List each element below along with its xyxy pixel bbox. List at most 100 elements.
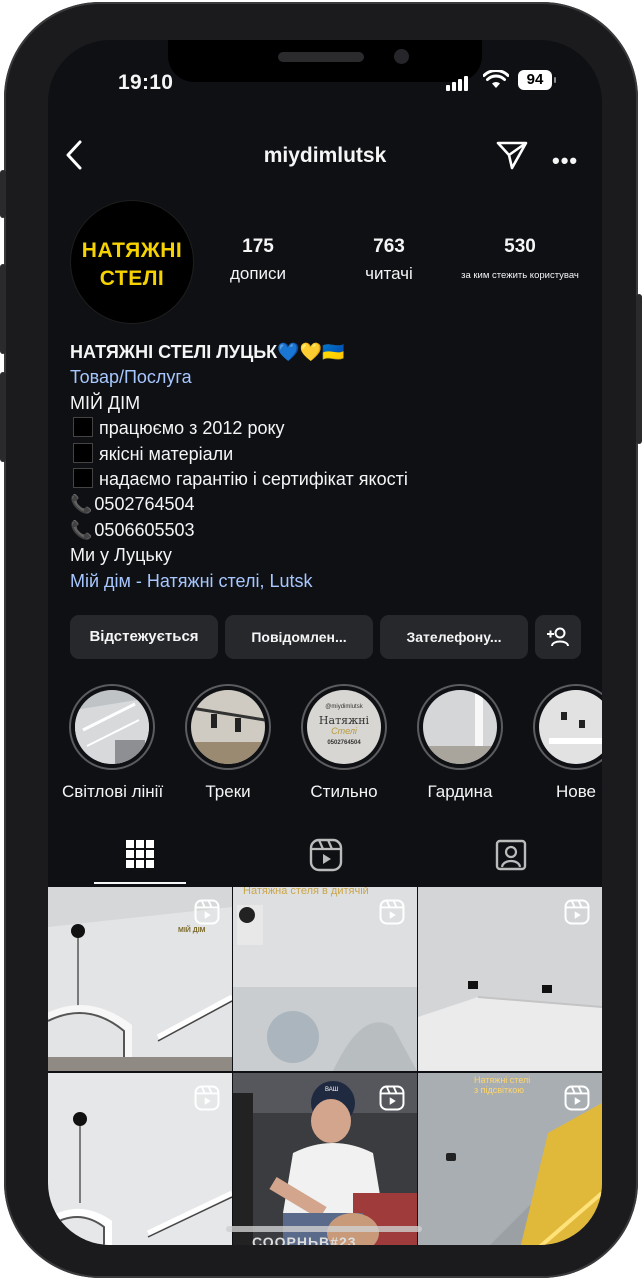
grid-post[interactable]: Натяжна стеля в дитячій: [233, 887, 417, 1071]
more-options-button[interactable]: •••: [552, 148, 578, 174]
camera: [394, 49, 409, 64]
grid-post[interactable]: МІЙ ДІМ: [48, 887, 232, 1071]
phone-number: 0502764504: [94, 494, 195, 515]
highlight-item[interactable]: Треки: [178, 684, 278, 802]
black-square-icon: [73, 468, 93, 489]
battery-indicator: 94: [518, 70, 556, 90]
phone-frame: 19:10 94 miydimlutsk ••• НАТЯЖНІ СТЕЛІ 1…: [0, 2, 642, 1278]
following-label: за ким стежить користувач: [461, 270, 579, 281]
reel-icon: [379, 899, 405, 925]
home-indicator[interactable]: [226, 1226, 422, 1232]
status-time: 19:10: [118, 71, 174, 94]
highlight-label: Стильно: [310, 782, 378, 801]
bio-line: працюємо з 2012 року: [99, 418, 285, 439]
notch: [168, 40, 482, 82]
followers-number: 763: [373, 236, 405, 257]
highlight-cover: [75, 690, 149, 764]
call-button[interactable]: Зателефону...: [380, 615, 528, 659]
add-person-icon: [547, 627, 569, 647]
grid-icon: [126, 840, 154, 868]
highlight-item[interactable]: Гардина: [410, 684, 510, 802]
highlight-caption: Стелі: [331, 726, 357, 736]
top-bar: miydimlutsk •••: [48, 138, 602, 174]
profile-name: НАТЯЖНІ СТЕЛІ ЛУЦЬК💙💛🇺🇦: [70, 342, 345, 362]
highlight-caption: @miydimlutsk: [325, 704, 363, 710]
grid-post[interactable]: Натяжні стелі з підсвіткою: [418, 1073, 602, 1245]
grid-post[interactable]: ВАШ: [233, 1073, 417, 1245]
profile-link[interactable]: Мій дім - Натяжні стелі, Lutsk: [70, 569, 590, 594]
reel-icon: [564, 899, 590, 925]
telephone-icon: 📞: [70, 494, 93, 515]
tab-reels[interactable]: [233, 830, 417, 884]
posts-count[interactable]: 175 дописи: [211, 236, 305, 284]
highlight-label: Світлові лінії: [62, 782, 164, 801]
volume-down-button: [0, 372, 6, 462]
highlight-label: Гардина: [427, 782, 493, 801]
reel-icon: [379, 1085, 405, 1111]
message-button[interactable]: Повідомлен...: [225, 615, 373, 659]
posts-number: 175: [242, 236, 274, 257]
black-square-icon: [73, 417, 93, 438]
tab-posts-grid[interactable]: [48, 830, 232, 884]
post-caption: Натяжна стеля в дитячій: [243, 887, 369, 897]
mute-switch: [0, 170, 6, 218]
highlight-ring: @miydimlutsk Натяжні Стелі 0502764504: [301, 684, 387, 770]
grid-post[interactable]: [418, 887, 602, 1071]
highlight-ring: [185, 684, 271, 770]
tagged-person-icon: [495, 839, 527, 871]
highlight-label: Нове: [555, 782, 597, 801]
grid-post[interactable]: [48, 1073, 232, 1245]
black-square-icon: [73, 442, 93, 463]
highlight-ring: [69, 684, 155, 770]
post-bottom-text: СООРНЬВ#23: [252, 1234, 357, 1245]
reel-icon: [564, 1085, 590, 1111]
highlight-cover: [423, 690, 497, 764]
avatar-text-line2: СТЕЛІ: [99, 267, 165, 290]
profile-tabs: [48, 830, 602, 886]
following-button[interactable]: Відстежується: [70, 615, 218, 659]
reels-icon: [309, 838, 343, 872]
bio-line: надаємо гарантію і сертифікат якості: [99, 469, 408, 490]
highlight-item[interactable]: Світлові лінії: [62, 684, 164, 802]
highlight-cover: [539, 690, 602, 764]
paper-plane-icon: [496, 141, 528, 170]
reel-icon: [194, 1085, 220, 1111]
highlight-ring: [533, 684, 602, 770]
signal-icon: [446, 73, 470, 91]
tab-tagged[interactable]: [418, 830, 602, 884]
volume-up-button: [0, 264, 6, 354]
highlight-ring: [417, 684, 503, 770]
active-tab-indicator: [94, 882, 186, 884]
suggested-users-button[interactable]: [535, 615, 581, 659]
post-caption: з підсвіткою: [474, 1085, 524, 1095]
avatar-text-line1: НАТЯЖНІ: [81, 239, 183, 262]
post-cap-text: ВАШ: [325, 1087, 339, 1093]
followers-count[interactable]: 763 читачі: [342, 236, 436, 284]
following-count[interactable]: 530 за ким стежить користувач: [460, 236, 580, 281]
reel-icon: [194, 899, 220, 925]
highlight-item[interactable]: @miydimlutsk Натяжні Стелі 0502764504 Ст…: [294, 684, 394, 802]
bio-line: Ми у Луцьку: [70, 545, 172, 566]
followers-label: читачі: [365, 264, 413, 283]
post-logo-text: МІЙ ДІМ: [178, 927, 206, 934]
bio-line: МІЙ ДІМ: [70, 392, 141, 413]
power-button: [636, 294, 642, 444]
highlight-cover: [191, 690, 265, 764]
posts-label: дописи: [229, 264, 287, 283]
following-number: 530: [504, 236, 536, 257]
profile-category[interactable]: Товар/Послуга: [70, 365, 590, 390]
highlight-item[interactable]: Нове: [526, 684, 602, 802]
share-button[interactable]: [495, 138, 529, 177]
profile-avatar[interactable]: НАТЯЖНІ СТЕЛІ: [70, 200, 194, 324]
highlight-cover: @miydimlutsk Натяжні Стелі 0502764504: [307, 690, 381, 764]
profile-bio: НАТЯЖНІ СТЕЛІ ЛУЦЬК💙💛🇺🇦 Товар/Послуга МІ…: [70, 340, 590, 594]
speaker: [278, 52, 364, 62]
phone-number: 0506605503: [94, 519, 195, 540]
bio-line: якісні матеріали: [99, 443, 234, 464]
post-caption: Натяжні стелі: [474, 1075, 531, 1085]
highlight-label: Треки: [205, 782, 251, 801]
wifi-icon: [482, 69, 510, 95]
highlight-caption: 0502764504: [327, 740, 361, 746]
screen: 19:10 94 miydimlutsk ••• НАТЯЖНІ СТЕЛІ 1…: [48, 40, 602, 1245]
telephone-icon: 📞: [70, 519, 93, 540]
